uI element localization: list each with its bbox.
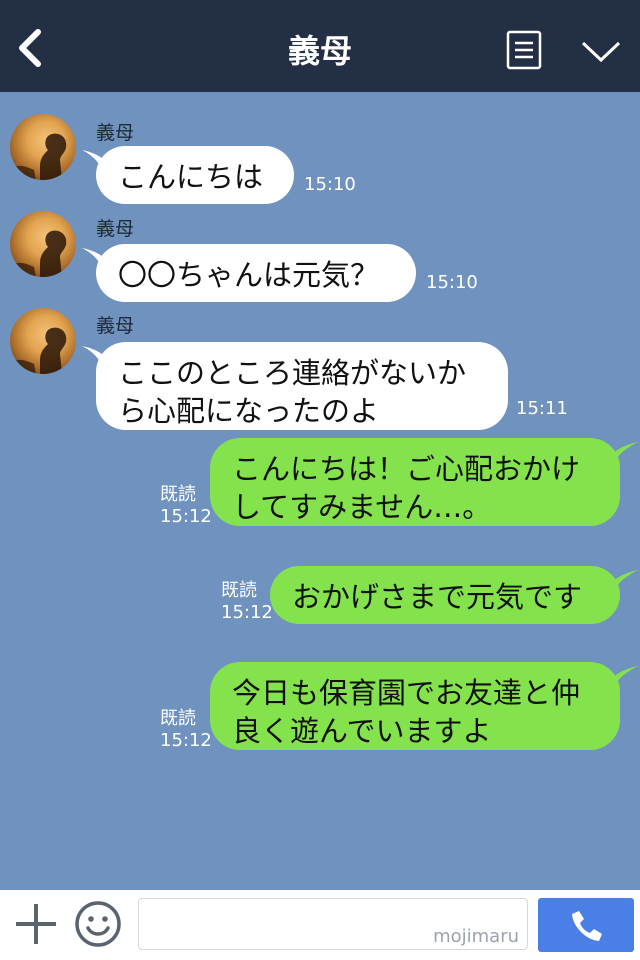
message-list: 義母 こんにちは 15:10 義母 〇〇ちゃんは元気？ 15:10 義母 ここの…: [0, 92, 640, 890]
avatar[interactable]: [10, 211, 76, 277]
message-composer: mojimaru: [0, 890, 640, 960]
avatar[interactable]: [10, 114, 76, 180]
read-receipt: 既読 15:12: [221, 580, 273, 624]
message-time: 15:10: [304, 174, 356, 195]
bubble-tail: [610, 666, 638, 686]
chat-title: 義母: [287, 32, 352, 70]
add-button[interactable]: [14, 902, 58, 946]
message-input[interactable]: mojimaru: [138, 898, 528, 950]
message-time: 15:12: [160, 506, 212, 527]
message-time: 15:10: [426, 272, 478, 293]
outgoing-message-bubble[interactable]: こんにちは！ご心配おかけ してすみません…。: [210, 438, 620, 526]
avatar[interactable]: [10, 308, 76, 374]
menu-icon: [506, 30, 542, 70]
emoji-icon: [75, 901, 121, 947]
message-time: 15:11: [516, 398, 568, 419]
outgoing-message-bubble[interactable]: おかげさまで元気です: [270, 566, 620, 624]
read-label: 既読: [160, 484, 196, 505]
emoji-button[interactable]: [74, 900, 122, 948]
incoming-message-bubble[interactable]: 〇〇ちゃんは元気？: [96, 244, 416, 302]
read-label: 既読: [221, 580, 257, 601]
phone-icon: [572, 911, 602, 941]
watermark: mojimaru: [433, 926, 519, 947]
message-time: 15:12: [221, 602, 273, 623]
sender-name: 義母: [96, 122, 135, 144]
plus-icon: [16, 904, 56, 944]
read-receipt: 既読 15:12: [160, 484, 212, 528]
sender-name: 義母: [96, 315, 135, 337]
incoming-message-bubble[interactable]: ここのところ連絡がないか ら心配になったのよ: [96, 342, 508, 430]
collapse-button[interactable]: [580, 38, 622, 66]
sender-name: 義母: [96, 218, 135, 240]
chevron-down-icon: [581, 41, 621, 63]
bubble-tail: [610, 442, 638, 462]
call-button[interactable]: [538, 898, 634, 952]
avatar-silhouette-icon: [10, 230, 67, 277]
read-label: 既読: [160, 708, 196, 729]
chat-header: 義母: [0, 0, 640, 92]
incoming-message-bubble[interactable]: こんにちは: [96, 146, 294, 204]
bubble-tail: [610, 570, 638, 590]
avatar-silhouette-icon: [10, 133, 67, 180]
message-time: 15:12: [160, 730, 212, 751]
menu-button[interactable]: [506, 30, 542, 70]
read-receipt: 既読 15:12: [160, 708, 212, 752]
outgoing-message-bubble[interactable]: 今日も保育園でお友達と仲 良く遊んでいますよ: [210, 662, 620, 750]
avatar-silhouette-icon: [10, 327, 67, 374]
